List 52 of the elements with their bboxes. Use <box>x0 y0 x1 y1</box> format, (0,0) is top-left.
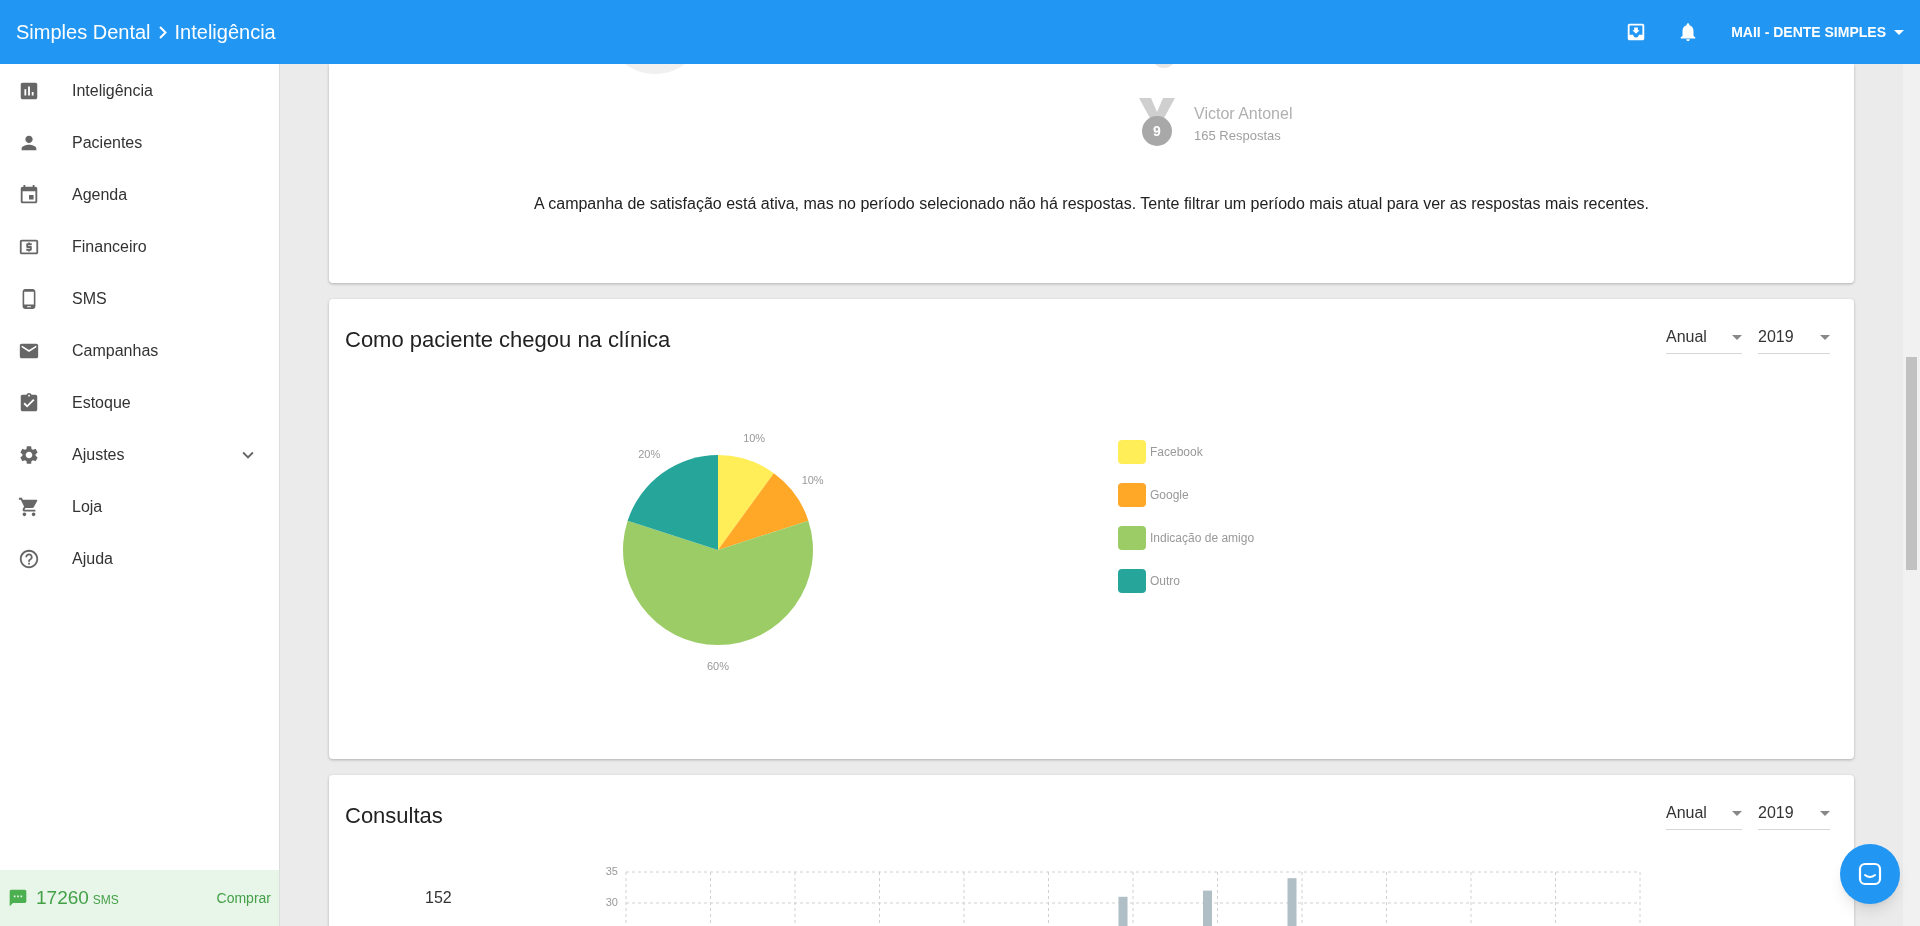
sms-unit: SMS <box>92 892 119 909</box>
no-responses-message: A campanha de satisfação está ativa, mas no período selecionado não há respostas. Tente filtrar um período mais atual para ver as respostas mais recentes. <box>534 194 1649 214</box>
dropdown-caret-icon <box>1732 334 1742 340</box>
legend-label: Google <box>1150 487 1189 504</box>
period-select[interactable]: Anual <box>1666 325 1742 354</box>
calendar-icon <box>18 184 40 206</box>
slice-label: 20% <box>638 448 661 461</box>
sidebar-item[interactable]: Agenda <box>0 169 279 221</box>
sidebar-item[interactable]: Ajustes <box>0 429 279 481</box>
axis-tick-label: 35 <box>605 864 618 877</box>
chat-icon <box>1857 861 1883 887</box>
legend-label: Outro <box>1150 573 1180 590</box>
cart-icon <box>18 496 40 518</box>
sidebar-item[interactable]: Loja <box>0 481 279 533</box>
rank-number: 9 <box>1153 121 1161 141</box>
legend-label: Indicação de amigo <box>1150 530 1255 547</box>
sidebar-item[interactable]: Financeiro <box>0 221 279 273</box>
card-title: Consultas <box>345 802 443 830</box>
dropdown-caret-icon <box>1820 810 1830 816</box>
chevron-right-icon <box>158 25 167 39</box>
sms-count: 17260 <box>36 885 89 910</box>
slice-label: 10% <box>801 474 824 487</box>
sidebar-item[interactable]: Pacientes <box>0 117 279 169</box>
sidebar-item[interactable]: Inteligência <box>0 65 279 117</box>
dropdown-caret-icon <box>1732 810 1742 816</box>
sidebar-item[interactable]: SMS <box>0 273 279 325</box>
sidebar-item[interactable]: Ajuda <box>0 533 279 585</box>
slice-label: 60% <box>707 659 729 672</box>
period-select[interactable]: Anual <box>1666 801 1742 830</box>
legend-label: Facebook <box>1150 444 1203 461</box>
sidebar-item[interactable]: Estoque <box>0 377 279 429</box>
sms-icon <box>8 888 28 908</box>
clipboard-icon <box>18 392 40 414</box>
year-select[interactable]: 2019 <box>1758 325 1830 354</box>
caret-icon <box>1894 29 1904 35</box>
response-count: 165 Respostas <box>1194 127 1282 146</box>
settings-icon <box>18 444 40 466</box>
year-select[interactable]: 2019 <box>1758 801 1830 830</box>
sidebar-item[interactable]: Campanhas <box>0 325 279 377</box>
card-title: Como paciente chegou na clínica <box>345 326 671 354</box>
chat-button[interactable] <box>1840 844 1900 904</box>
slice-label: 10% <box>743 431 766 444</box>
dropdown-caret-icon <box>1820 334 1830 340</box>
bar <box>1118 896 1128 926</box>
scrollbar-thumb[interactable] <box>1906 357 1917 570</box>
appointments-total: 152 <box>425 888 453 908</box>
bar <box>1287 878 1297 926</box>
axis-tick-label: 30 <box>605 895 618 908</box>
bar <box>1203 890 1212 926</box>
chart-icon <box>18 80 40 102</box>
dentist-name: Victor Antonel <box>1194 104 1293 125</box>
help-icon <box>18 548 40 570</box>
